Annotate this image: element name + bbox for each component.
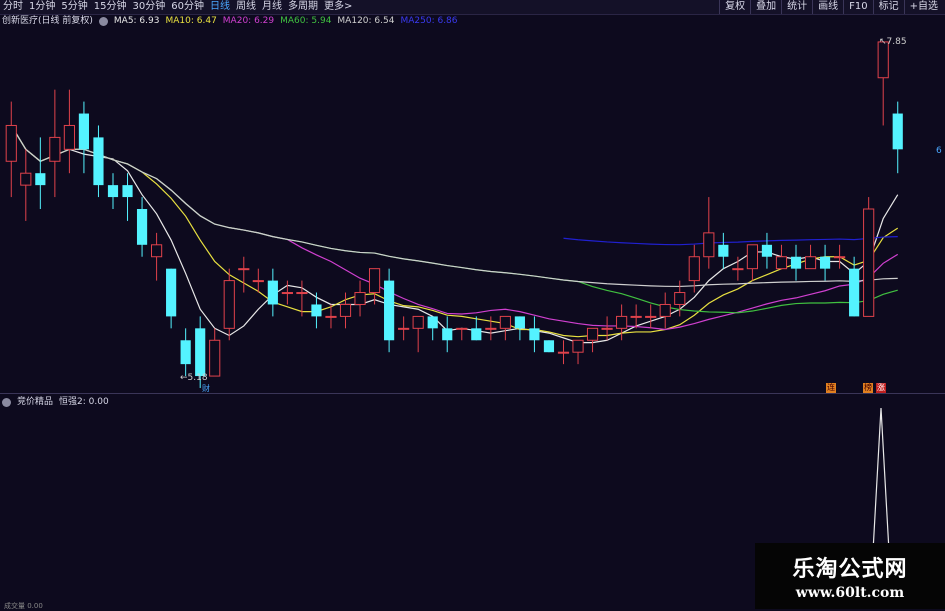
candle-body xyxy=(238,268,250,271)
finance-marker[interactable]: 财 xyxy=(202,383,210,394)
right-price-label: 6 xyxy=(936,146,942,156)
candle-body xyxy=(863,208,875,317)
candle-body xyxy=(761,244,773,257)
candle-body xyxy=(674,292,686,305)
watermark: 乐淘公式网 www.60lt.com xyxy=(755,543,945,609)
ma120-line xyxy=(10,125,898,288)
watermark-title: 乐淘公式网 xyxy=(792,557,908,582)
candle-body xyxy=(384,280,395,341)
candle-body xyxy=(616,315,628,329)
candle-body xyxy=(586,327,599,341)
candle-body xyxy=(223,280,235,329)
candle-body xyxy=(281,292,293,295)
candle-body xyxy=(442,328,453,341)
candle-body xyxy=(151,244,163,258)
badge-zhang[interactable]: 涨 xyxy=(876,383,886,393)
candle-body xyxy=(5,124,17,162)
candle-body xyxy=(412,315,424,329)
candle-body xyxy=(398,327,410,330)
candle-body xyxy=(688,256,700,282)
candle-body xyxy=(703,232,715,258)
candle-body xyxy=(20,172,32,186)
candle-body xyxy=(325,315,337,318)
candle-body xyxy=(209,339,221,377)
indicator-value: 恒强2: 0.00 xyxy=(59,397,109,407)
candle-body xyxy=(790,256,802,269)
candle-body xyxy=(427,316,438,329)
watermark-url: www.60lt.com xyxy=(795,585,905,601)
candle-body xyxy=(311,304,322,317)
candle-body xyxy=(572,339,584,353)
candle-body xyxy=(63,124,75,150)
candle-body xyxy=(252,280,264,283)
candle-body xyxy=(645,315,657,318)
candle-body xyxy=(195,328,206,377)
candle-body xyxy=(543,340,555,353)
indicator-info-bar: 竞价精品 恒强2: 0.00 xyxy=(2,396,109,409)
candle-body xyxy=(732,268,744,271)
candle-body xyxy=(849,268,860,317)
candle-body xyxy=(354,292,366,305)
candle-body xyxy=(834,256,846,259)
gear-icon[interactable] xyxy=(2,398,11,407)
high-price-label: ↖7.85 xyxy=(879,37,907,47)
candle-body xyxy=(819,256,831,269)
indicator-name: 竞价精品 xyxy=(17,397,54,407)
candle-body xyxy=(122,185,133,198)
candle-body xyxy=(136,209,148,245)
candle-body xyxy=(180,340,191,365)
candle-body xyxy=(630,315,642,318)
candle-body xyxy=(877,41,889,79)
candle-body xyxy=(659,303,671,317)
volume-label: 成交量 0.00 xyxy=(4,602,43,610)
candle-body xyxy=(339,303,352,317)
candle-body xyxy=(529,328,540,341)
panel-divider xyxy=(0,393,945,394)
candle-body xyxy=(267,280,278,305)
candlestick-chart[interactable] xyxy=(0,0,945,609)
candle-body xyxy=(78,113,90,150)
low-price-label: ←5.18 xyxy=(180,373,208,383)
candle-body xyxy=(107,185,119,198)
candle-body xyxy=(485,327,497,330)
candle-body xyxy=(368,268,381,294)
candle-body xyxy=(746,244,758,270)
candle-body xyxy=(514,316,525,329)
candle-body xyxy=(471,328,482,341)
candle-body xyxy=(601,327,613,330)
candle-body xyxy=(557,351,570,354)
ma250-line xyxy=(563,236,898,246)
badge-lian[interactable]: 连 xyxy=(826,383,836,393)
candle-body xyxy=(718,244,729,257)
candle-body xyxy=(35,173,46,186)
candle-body xyxy=(49,136,61,162)
candle-body xyxy=(804,256,817,270)
candle-body xyxy=(166,268,177,317)
candle-body xyxy=(93,137,104,186)
candle-body xyxy=(892,113,903,150)
candle-body xyxy=(775,256,788,270)
badge-bang[interactable]: 榜 xyxy=(863,383,873,393)
candle-body xyxy=(296,292,308,295)
candle-body xyxy=(499,315,511,329)
candle-body xyxy=(456,327,468,330)
